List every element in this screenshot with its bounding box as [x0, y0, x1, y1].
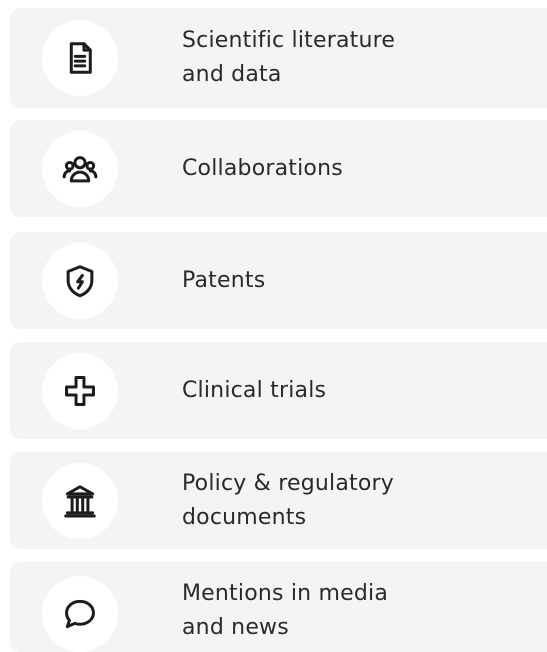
list-item-collaborations[interactable]: Collaborations [10, 120, 547, 217]
list-item-patents[interactable]: Patents [10, 232, 547, 329]
icon-circle [42, 130, 118, 207]
list-item-label: Clinical trials [182, 377, 327, 403]
icon-circle [42, 462, 118, 539]
list-item-scientific-literature[interactable]: Scientific literature and data [10, 8, 547, 108]
medical-cross-icon [65, 375, 95, 406]
people-group-icon [62, 155, 98, 182]
icon-circle [42, 20, 118, 96]
list-item-label: Scientific literature and data [182, 28, 396, 87]
government-building-icon [64, 484, 96, 518]
source-type-list: Scientific literature and data Collabora… [0, 0, 547, 652]
list-item-media-news[interactable]: Mentions in media and news [10, 562, 547, 652]
icon-circle [42, 242, 118, 319]
speech-bubble-icon [65, 599, 95, 629]
list-item-label: Patents [182, 267, 266, 293]
list-item-policy-regulatory[interactable]: Policy & regulatory documents [10, 452, 547, 549]
shield-icon [66, 264, 94, 297]
icon-circle [42, 576, 118, 652]
list-item-label: Collaborations [182, 155, 343, 181]
icon-circle [42, 352, 118, 429]
document-icon [69, 42, 92, 74]
list-item-label: Policy & regulatory documents [182, 470, 394, 530]
list-item-clinical-trials[interactable]: Clinical trials [10, 342, 547, 439]
list-item-label: Mentions in media and news [182, 581, 389, 641]
